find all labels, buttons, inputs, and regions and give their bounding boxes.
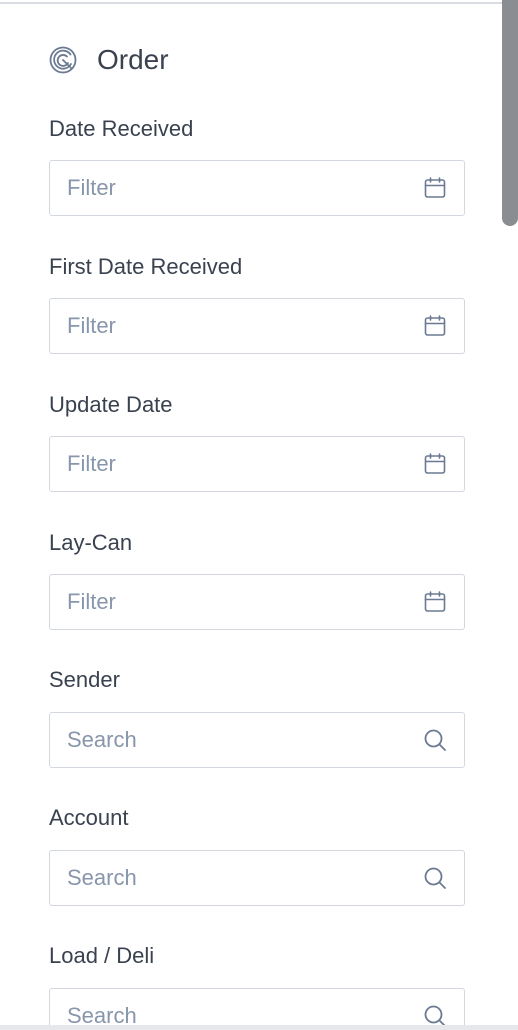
field-date-received: Date Received	[49, 116, 465, 216]
calendar-icon[interactable]	[422, 175, 448, 201]
circular-logo-icon	[49, 46, 77, 74]
sender-input-box[interactable]	[49, 712, 465, 768]
bottom-edge	[0, 1025, 518, 1030]
first-date-received-filter-input[interactable]	[50, 299, 397, 353]
filter-panel: Order Date Received First Date Received	[0, 0, 518, 1030]
field-label: Load / Deli	[49, 943, 155, 968]
account-input-box[interactable]	[49, 850, 465, 906]
search-icon[interactable]	[422, 865, 448, 891]
update-date-filter-input[interactable]	[50, 437, 397, 491]
sender-search-input[interactable]	[50, 713, 397, 767]
field-label: Account	[49, 805, 129, 830]
calendar-icon[interactable]	[422, 451, 448, 477]
field-label: Update Date	[49, 392, 173, 417]
field-load-deli: Load / Deli	[49, 943, 465, 1030]
top-divider	[0, 0, 518, 4]
field-first-date-received: First Date Received	[49, 254, 465, 354]
lay-can-filter-input[interactable]	[50, 575, 397, 629]
panel-title: Order	[97, 44, 169, 75]
vertical-scrollbar[interactable]	[502, 0, 518, 226]
field-label: First Date Received	[49, 254, 243, 279]
field-label: Date Received	[49, 116, 194, 141]
field-label: Sender	[49, 667, 120, 692]
date-received-filter-input[interactable]	[50, 161, 397, 215]
date-received-input-box[interactable]	[49, 160, 465, 216]
calendar-icon[interactable]	[422, 313, 448, 339]
load-deli-search-input[interactable]	[50, 989, 397, 1030]
field-sender: Sender	[49, 667, 465, 768]
field-account: Account	[49, 805, 465, 906]
calendar-icon[interactable]	[422, 589, 448, 615]
load-deli-input-box[interactable]	[49, 988, 465, 1030]
update-date-input-box[interactable]	[49, 436, 465, 492]
field-update-date: Update Date	[49, 392, 465, 492]
first-date-received-input-box[interactable]	[49, 298, 465, 354]
field-lay-can: Lay-Can	[49, 530, 465, 630]
account-search-input[interactable]	[50, 851, 397, 905]
lay-can-input-box[interactable]	[49, 574, 465, 630]
panel-header: Order	[49, 44, 169, 76]
field-label: Lay-Can	[49, 530, 133, 555]
search-icon[interactable]	[422, 727, 448, 753]
